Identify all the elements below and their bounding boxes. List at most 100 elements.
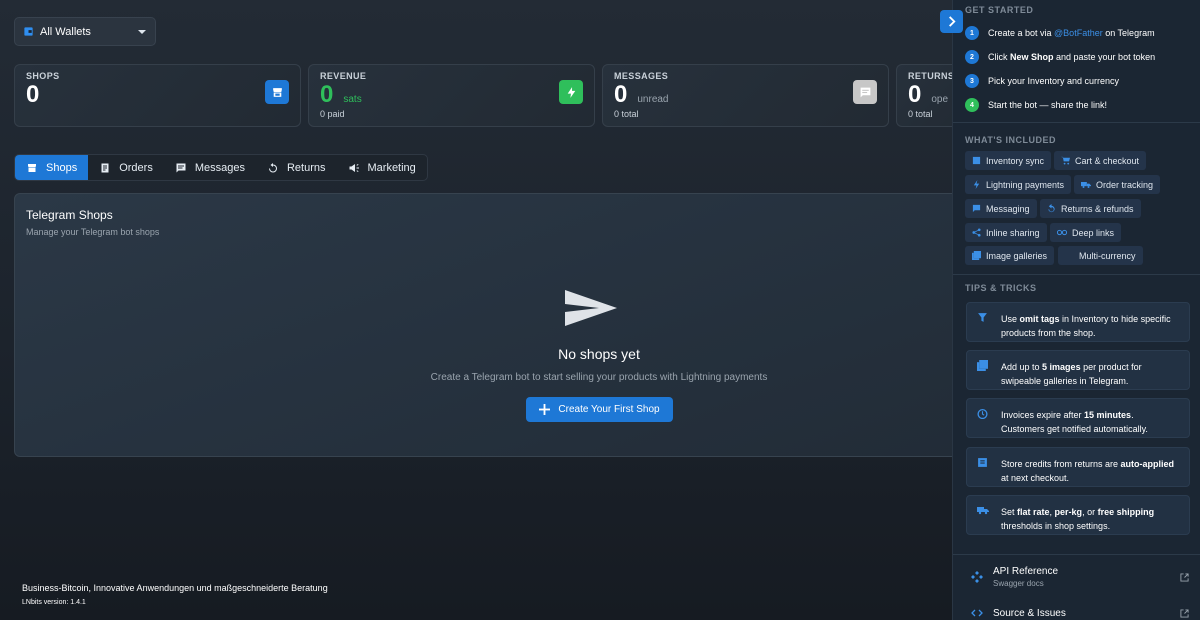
tab-label: Marketing [367, 161, 416, 174]
step-number: 2 [965, 50, 979, 64]
divider [953, 554, 1200, 555]
step-item: 2 Click New Shop and paste your bot toke… [965, 50, 1155, 64]
wallet-select-label: All Wallets [40, 25, 91, 38]
tip-card: Use omit tags in Inventory to hide speci… [966, 302, 1190, 342]
chip-cart-checkout: Cart & checkout [1054, 151, 1147, 170]
code-icon [971, 607, 983, 619]
open-external-icon [1180, 572, 1189, 582]
stat-unit: unread [637, 94, 669, 105]
tip-text: Store credits from returns are auto-appl… [1001, 459, 1175, 483]
stat-label: SHOPS [26, 71, 60, 81]
tab-label: Orders [119, 161, 153, 174]
send-icon [563, 288, 619, 328]
stat-card-revenue: REVENUE 0 sats 0 paid [308, 64, 595, 127]
tip-text: Invoices expire after 15 minutes. Custom… [1001, 410, 1148, 434]
chevron-down-icon [137, 27, 147, 37]
wallet-select[interactable]: All Wallets [14, 17, 156, 46]
step-text: Create a bot via @BotFather on Telegram [988, 28, 1155, 38]
timer-icon [977, 408, 991, 430]
chip-lightning-payments: Lightning payments [965, 175, 1072, 194]
divider [953, 274, 1200, 275]
chip-multi-currency: Multi-currency [1058, 246, 1143, 265]
source-issues-link[interactable]: Source & Issues [971, 607, 1189, 619]
step-item: 1 Create a bot via @BotFather on Telegra… [965, 26, 1155, 40]
stat-value: 0 [614, 81, 628, 108]
share-icon [972, 228, 981, 237]
link-title: Source & Issues [993, 607, 1066, 619]
truck-icon [977, 505, 991, 527]
panel-subtitle: Manage your Telegram bot shops [26, 227, 160, 237]
chip-messaging: Messaging [965, 199, 1037, 218]
truck-icon [1081, 180, 1091, 189]
divider [953, 122, 1200, 123]
footer-version: LNbits version: 1.4.1 [22, 599, 86, 606]
chat-icon [972, 204, 981, 213]
stat-value: 0 [26, 81, 40, 108]
step-number: 4 [965, 98, 979, 112]
chip-inventory-sync: Inventory sync [965, 151, 1052, 170]
chip-returns-refunds: Returns & refunds [1040, 199, 1141, 218]
tab-marketing[interactable]: Marketing [337, 155, 427, 180]
stat-label: REVENUE [320, 71, 367, 81]
step-item: 3 Pick your Inventory and currency [965, 74, 1119, 88]
sidebar-collapse-button[interactable] [940, 10, 963, 33]
chip-order-tracking: Order tracking [1074, 175, 1161, 194]
tab-messages[interactable]: Messages [164, 155, 256, 180]
panel-title: Telegram Shops [26, 208, 113, 222]
help-sidebar: GET STARTED 1 Create a bot via @BotFathe… [952, 0, 1200, 620]
chevron-right-icon [946, 16, 957, 27]
step-text: Pick your Inventory and currency [988, 76, 1120, 86]
filter-icon [977, 312, 991, 334]
undo-icon [267, 162, 279, 174]
credit-icon [977, 457, 991, 479]
api-icon [971, 571, 983, 583]
link-title: API Reference [993, 566, 1059, 577]
empty-title: No shops yet [558, 346, 640, 362]
section-title-included: WHAT'S INCLUDED [965, 135, 1056, 145]
undo-icon [1047, 204, 1056, 213]
empty-description: Create a Telegram bot to start selling y… [430, 372, 768, 383]
tip-card: Add up to 5 images per product for swipe… [966, 350, 1190, 390]
chip-inline-sharing: Inline sharing [965, 223, 1047, 242]
create-first-shop-button[interactable]: Create Your First Shop [526, 397, 673, 422]
tip-text: Use omit tags in Inventory to hide speci… [1001, 314, 1171, 338]
tab-label: Returns [286, 161, 326, 174]
main-tabs: Shops Orders Messages Returns Marketing [14, 154, 428, 181]
gallery-icon [977, 360, 991, 382]
stat-value: 0 [320, 81, 334, 108]
footer-company: Business-Bitcoin, Innovative Anwendungen… [22, 583, 328, 593]
botfather-link[interactable]: @BotFather [1054, 28, 1103, 38]
campaign-icon [348, 162, 360, 174]
tip-card: Invoices expire after 15 minutes. Custom… [966, 398, 1190, 438]
link-icon [1057, 228, 1067, 237]
cart-icon [1061, 156, 1070, 165]
tip-text: Add up to 5 images per product for swipe… [1001, 362, 1142, 386]
stat-card-messages: MESSAGES 0 unread 0 total [602, 64, 889, 127]
chat-icon [853, 80, 877, 104]
lightning-icon [972, 180, 981, 189]
tab-returns[interactable]: Returns [256, 155, 337, 180]
step-item: 4 Start the bot — share the link! [965, 98, 1107, 112]
tab-orders[interactable]: Orders [88, 155, 164, 180]
storefront-icon [265, 80, 289, 104]
lightning-icon [559, 80, 583, 104]
section-title-tips: TIPS & TRICKS [965, 283, 1037, 293]
step-number: 1 [965, 26, 979, 40]
step-text: Click New Shop and paste your bot token [988, 52, 1156, 62]
tab-shops[interactable]: Shops [15, 155, 89, 180]
open-external-icon [1180, 608, 1189, 618]
stat-value: 0 [908, 81, 922, 108]
stat-unit: sats [343, 94, 362, 105]
wallet-icon [23, 26, 34, 37]
tip-text: Set flat rate, per-kg, or free shipping … [1001, 507, 1155, 531]
tip-card: Store credits from returns are auto-appl… [966, 447, 1190, 487]
stat-sub: 0 total [614, 109, 639, 119]
api-reference-link[interactable]: API Reference Swagger docs [971, 566, 1189, 588]
tab-label: Messages [194, 161, 245, 174]
plus-icon [539, 404, 551, 415]
tip-card: Set flat rate, per-kg, or free shipping … [966, 495, 1190, 535]
link-subtitle: Swagger docs [993, 579, 1044, 588]
inventory-icon [972, 156, 981, 165]
step-number: 3 [965, 74, 979, 88]
receipt-icon [99, 162, 111, 174]
